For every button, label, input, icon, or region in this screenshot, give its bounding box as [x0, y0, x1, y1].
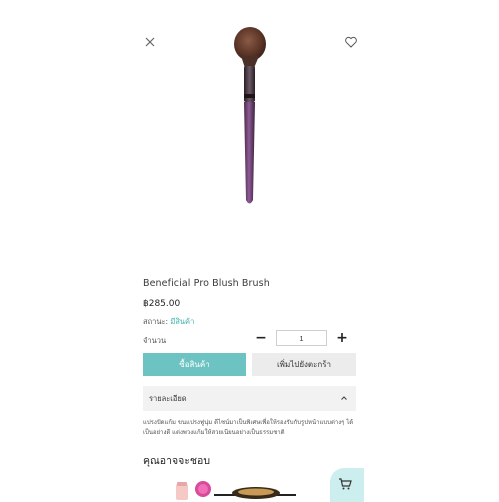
- status-label: สถานะ:: [143, 317, 169, 326]
- quantity-input[interactable]: [276, 330, 327, 346]
- suggested-product-thumbnail-2[interactable]: [214, 486, 296, 500]
- quantity-increase-button[interactable]: +: [335, 331, 349, 345]
- quantity-label: จำนวน: [143, 336, 167, 345]
- chevron-up-icon: [341, 396, 347, 400]
- product-image: [234, 27, 266, 204]
- stock-status: สถานะ: มีสินค้า: [143, 316, 194, 328]
- promo-badge-icon: [195, 481, 211, 497]
- add-to-cart-button[interactable]: เพิ่มไปยังตะกร้า: [252, 353, 356, 376]
- suggestions-heading: คุณอาจจะชอบ: [143, 455, 211, 467]
- status-value: มีสินค้า: [170, 317, 195, 326]
- product-title: Beneficial Pro Blush Brush: [143, 278, 270, 289]
- buy-now-button[interactable]: ซื้อสินค้า: [143, 353, 246, 376]
- details-accordion-header[interactable]: รายละเอียด: [143, 386, 356, 411]
- close-button[interactable]: [143, 34, 157, 48]
- close-icon: [145, 37, 155, 47]
- product-detail-page: Beneficial Pro Blush Brush ฿285.00 สถานะ…: [0, 0, 499, 502]
- wishlist-button[interactable]: [344, 34, 358, 48]
- floating-cart-button[interactable]: [330, 468, 364, 502]
- details-description: แปรงปัดแก้ม ขนแปรงฟูนุ่ม ดีไซน์มาเป็นพิเ…: [143, 419, 354, 436]
- suggested-product-thumbnail[interactable]: [172, 481, 192, 501]
- product-price: ฿285.00: [143, 299, 181, 309]
- details-heading: รายละเอียด: [149, 394, 187, 403]
- cart-icon: [339, 478, 352, 490]
- heart-icon: [345, 36, 357, 48]
- quantity-decrease-button[interactable]: −: [254, 331, 268, 345]
